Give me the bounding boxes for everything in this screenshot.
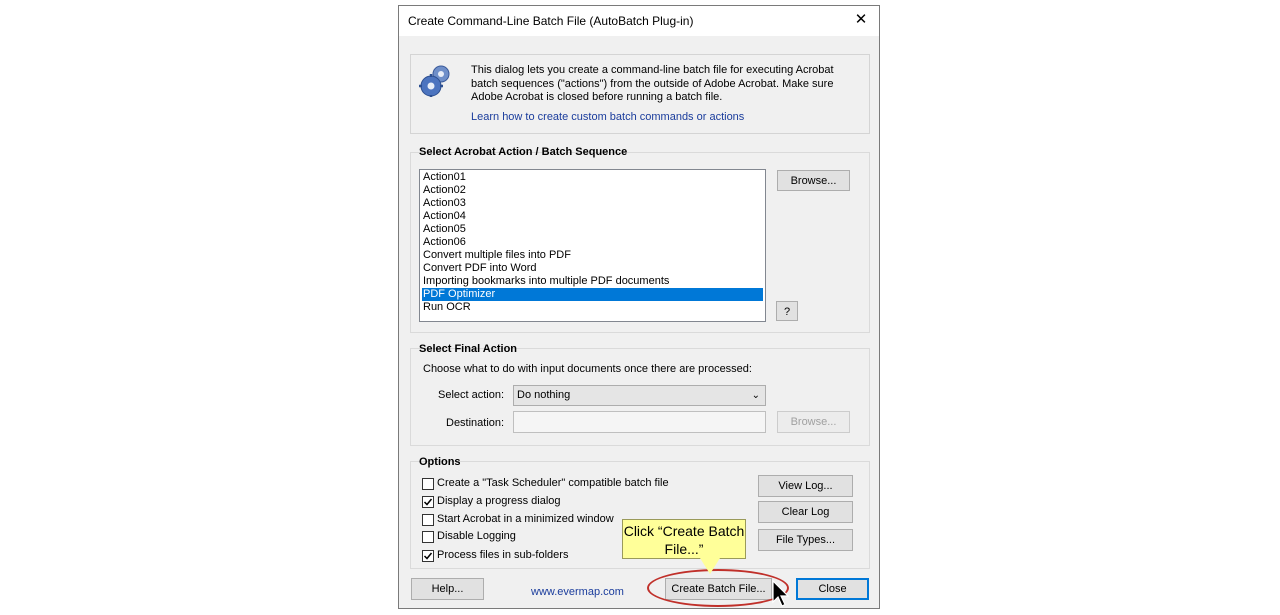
gears-icon <box>419 65 450 97</box>
final-action-description: Choose what to do with input documents o… <box>423 363 752 375</box>
chevron-down-icon: ⌄ <box>751 390 760 401</box>
close-icon[interactable]: ✕ <box>849 9 873 31</box>
list-item[interactable]: Action05 <box>422 223 763 236</box>
select-action-label: Select action: <box>438 389 505 401</box>
option-checkbox[interactable] <box>422 496 434 508</box>
option-checkbox-label[interactable]: Display a progress dialog <box>437 495 561 507</box>
destination-browse-button[interactable]: Browse... <box>777 411 850 433</box>
info-panel: This dialog lets you create a command-li… <box>410 54 870 134</box>
list-item[interactable]: Run OCR <box>422 301 763 314</box>
dialog-title: Create Command-Line Batch File (AutoBatc… <box>408 14 694 28</box>
list-item[interactable]: PDF Optimizer <box>422 288 763 301</box>
evermap-website-link[interactable]: www.evermap.com <box>531 586 624 598</box>
final-action-section-label: Select Final Action <box>419 343 518 355</box>
list-item[interactable]: Importing bookmarks into multiple PDF do… <box>422 275 763 288</box>
list-item[interactable]: Action04 <box>422 210 763 223</box>
file-types-button[interactable]: File Types... <box>758 529 853 551</box>
list-item[interactable]: Action03 <box>422 197 763 210</box>
option-checkbox-label[interactable]: Start Acrobat in a minimized window <box>437 513 614 525</box>
list-item[interactable]: Convert multiple files into PDF <box>422 249 763 262</box>
title-bar: Create Command-Line Batch File (AutoBatc… <box>399 6 879 36</box>
list-item[interactable]: Action02 <box>422 184 763 197</box>
select-action-dropdown[interactable]: Do nothing ⌄ <box>513 385 766 406</box>
option-checkbox[interactable] <box>422 478 434 490</box>
destination-field[interactable] <box>513 411 766 433</box>
option-checkbox-label[interactable]: Create a "Task Scheduler" compatible bat… <box>437 477 669 489</box>
checkmark-icon <box>423 498 433 506</box>
sequence-section-label: Select Acrobat Action / Batch Sequence <box>419 146 628 158</box>
help-button[interactable]: Help... <box>411 578 484 600</box>
info-text: This dialog lets you create a command-li… <box>471 64 834 103</box>
option-checkbox[interactable] <box>422 531 434 543</box>
action-listbox[interactable]: Action01 Action02 Action03 Action04 Action05… <box>419 169 766 322</box>
option-checkbox-label[interactable]: Disable Logging <box>437 530 516 542</box>
list-item[interactable]: Action06 <box>422 236 763 249</box>
list-item[interactable]: Action01 <box>422 171 763 184</box>
mouse-cursor-icon <box>772 580 790 607</box>
destination-label: Destination: <box>446 417 505 429</box>
learn-how-link[interactable]: Learn how to create custom batch command… <box>471 111 744 123</box>
option-checkbox[interactable] <box>422 550 434 562</box>
options-section-label: Options <box>419 456 461 468</box>
option-checkbox-label[interactable]: Process files in sub-folders <box>437 549 568 561</box>
close-button[interactable]: Close <box>796 578 869 600</box>
instruction-callout: Click “Create Batch File...” <box>622 519 746 559</box>
select-action-value: Do nothing <box>517 389 571 401</box>
sequence-browse-button[interactable]: Browse... <box>777 170 850 191</box>
view-log-button[interactable]: View Log... <box>758 475 853 497</box>
option-checkbox[interactable] <box>422 514 434 526</box>
callout-tail <box>700 558 720 574</box>
list-item[interactable]: Convert PDF into Word <box>422 262 763 275</box>
clear-log-button[interactable]: Clear Log <box>758 501 853 523</box>
sequence-help-button[interactable]: ? <box>776 301 798 321</box>
checkmark-icon <box>423 552 433 560</box>
highlight-ring <box>647 569 789 607</box>
